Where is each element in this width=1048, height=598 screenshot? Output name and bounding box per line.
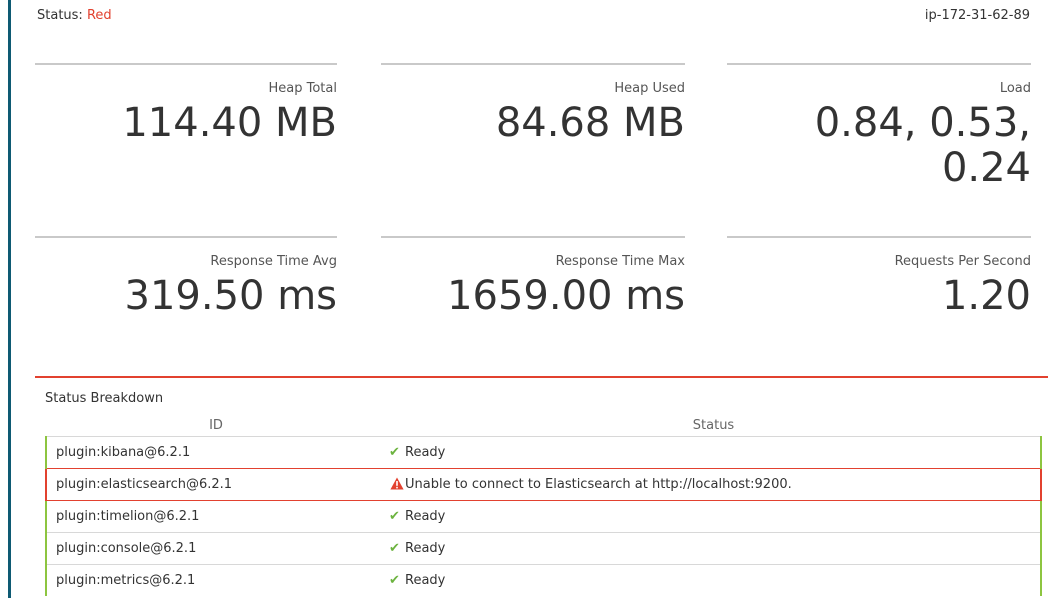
check-icon: ✔ [389, 445, 400, 460]
column-header-status[interactable]: Status [386, 414, 1041, 437]
table-row: plugin:timelion@6.2.1 ✔ Ready [45, 500, 1042, 533]
status-breakdown-table: ID Status plugin:kibana@6.2.1 ✔ Ready plu… [45, 414, 1042, 596]
status-label: Status: [37, 8, 87, 23]
table-row: plugin:elasticsearch@6.2.1 Unable to con… [45, 468, 1042, 501]
plugin-status: ✔ Ready [386, 564, 1042, 596]
metric-response-time-avg: Response Time Avg 319.50 ms [35, 236, 337, 346]
plugin-status-text: Unable to connect to Elasticsearch at ht… [405, 477, 792, 492]
plugin-status: ✔ Ready [386, 532, 1042, 565]
check-icon: ✔ [389, 541, 400, 556]
status-header: Status: Red ip-172-31-62-89 [37, 8, 1030, 28]
plugin-status-text: Ready [405, 445, 446, 460]
metric-heap-total: Heap Total 114.40 MB [35, 63, 337, 213]
column-header-id[interactable]: ID [46, 414, 386, 437]
plugin-status-text: Ready [405, 509, 446, 524]
plugin-id: plugin:elasticsearch@6.2.1 [45, 468, 386, 501]
plugin-status: ✔ Ready [386, 436, 1042, 469]
check-icon: ✔ [389, 573, 400, 588]
plugin-status-text: Ready [405, 573, 446, 588]
status-value: Red [86, 8, 112, 23]
plugin-status: ✔ Ready [386, 500, 1042, 533]
left-accent-bar [8, 0, 11, 598]
metric-response-time-max: Response Time Max 1659.00 ms [381, 236, 685, 346]
metric-title: Heap Used [614, 81, 685, 96]
metric-requests-per-second: Requests Per Second 1.20 [727, 236, 1031, 346]
metric-value: 84.68 MB [495, 100, 685, 146]
plugin-id: plugin:kibana@6.2.1 [45, 436, 386, 469]
metric-title: Load [999, 81, 1031, 96]
metric-value: 1659.00 ms [447, 273, 685, 319]
metric-load: Load 0.84, 0.53, 0.24 [727, 63, 1031, 213]
metric-heap-used: Heap Used 84.68 MB [381, 63, 685, 213]
metric-value: 1.20 [941, 273, 1031, 319]
table-header-row: ID Status [46, 414, 1041, 437]
table-row: plugin:kibana@6.2.1 ✔ Ready [45, 436, 1042, 469]
plugin-id: plugin:metrics@6.2.1 [45, 564, 386, 596]
metric-value: 0.84, 0.53, 0.24 [814, 100, 1031, 191]
metric-value: 319.50 ms [124, 273, 337, 319]
breakdown-divider [35, 376, 1048, 378]
plugin-status-text: Ready [405, 541, 446, 556]
warning-icon [390, 477, 404, 490]
plugin-id: plugin:console@6.2.1 [45, 532, 386, 565]
overall-status: Status: Red [37, 8, 112, 23]
breakdown-title: Status Breakdown [45, 391, 164, 406]
plugin-id: plugin:timelion@6.2.1 [45, 500, 386, 533]
plugin-status: Unable to connect to Elasticsearch at ht… [386, 468, 1042, 501]
table-row: plugin:metrics@6.2.1 ✔ Ready [45, 564, 1042, 596]
metric-title: Heap Total [268, 81, 338, 96]
metric-title: Response Time Avg [210, 254, 337, 269]
metric-title: Requests Per Second [894, 254, 1031, 269]
table-row: plugin:console@6.2.1 ✔ Ready [45, 532, 1042, 565]
metric-value: 114.40 MB [122, 100, 337, 146]
hostname: ip-172-31-62-89 [924, 8, 1030, 23]
metric-title: Response Time Max [555, 254, 685, 269]
check-icon: ✔ [389, 509, 400, 524]
